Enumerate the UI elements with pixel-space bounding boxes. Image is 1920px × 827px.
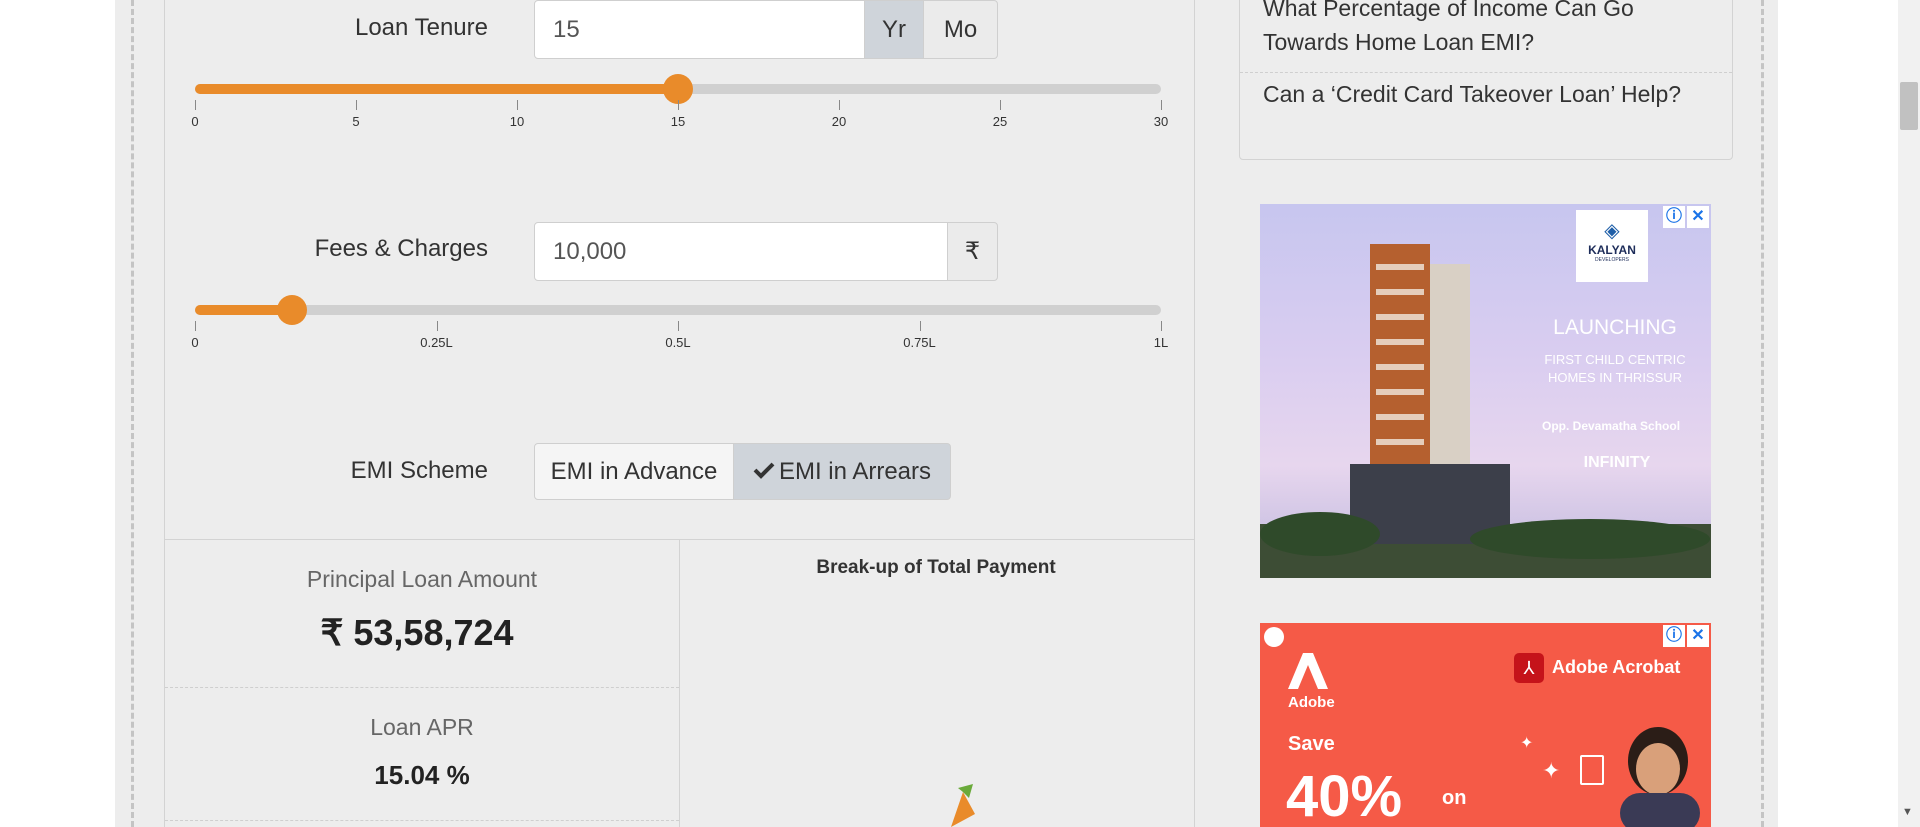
adobe-product-name: Adobe Acrobat: [1552, 657, 1681, 677]
rupee-symbol: ₹: [947, 222, 998, 281]
person-illustration: [1620, 727, 1700, 827]
ad-location: Opp. Devamatha School: [1542, 419, 1681, 433]
slider-tick-label: 5: [352, 114, 360, 129]
sparkle-icon: ✦: [1520, 735, 1534, 752]
slider-tick: [678, 100, 679, 110]
ad-info-icon[interactable]: ⓘ: [1663, 625, 1685, 647]
ad-percent-text: 40%: [1286, 764, 1403, 827]
slider-tick-label: 10: [509, 114, 525, 129]
link-divider: [1240, 72, 1732, 73]
principal-loan-amount-label: Principal Loan Amount: [306, 566, 538, 592]
slider-tick-label: 0: [191, 114, 199, 129]
slider-tick: [839, 100, 840, 110]
ad-on-text: on: [1442, 787, 1467, 809]
principal-loan-amount-value: ₹ 53,58,724: [320, 612, 514, 653]
slider-tick-label: 0.75L: [903, 335, 936, 350]
ad-line-2: HOMES IN THRISSUR: [1547, 370, 1683, 385]
link-text: What Percentage of Income Can Go: [1263, 0, 1634, 21]
kalyan-diamond-icon: ◈: [1604, 220, 1620, 242]
loan-tenure-slider[interactable]: 0 5 10 15 20 25 30: [191, 74, 1168, 129]
slider-tick: [195, 321, 196, 331]
slider-fill: [195, 84, 678, 94]
kalyan-brand-text: KALYAN: [1588, 243, 1636, 257]
pie-slice-principal: [951, 792, 975, 827]
emi-in-arrears-label: EMI in Arrears: [778, 458, 932, 485]
slider-tick-label: 0.5L: [665, 335, 691, 350]
ad-controls: ⓘ ✕: [1663, 625, 1709, 647]
fees-charges-input[interactable]: 10,000: [534, 222, 948, 281]
adobe-logo-icon: [1288, 653, 1328, 689]
adobe-acrobat-ad-banner[interactable]: Adobe ⅄ Adobe Acrobat Save 40% on ✦ ✦ ⓘ …: [1260, 623, 1711, 827]
emi-in-arrears-button[interactable]: EMI in Arrears: [733, 443, 951, 500]
slider-tick: [1161, 321, 1162, 331]
loan-tenure-input[interactable]: 15: [534, 0, 865, 59]
slider-tick-label: 1L: [1153, 335, 1169, 350]
slider-tick-label: 0.25L: [420, 335, 453, 350]
emi-calculator-panel: Loan Tenure 15 Yr Mo 0 5 10 15 20 25 30 Fees &…: [164, 0, 1195, 827]
pie-slice-interest: [958, 784, 973, 798]
break-up-chart-title: Break-up of Total Payment: [816, 557, 1056, 578]
ad-project-name: INFINITY: [1583, 454, 1651, 471]
tenure-month-button[interactable]: Mo: [923, 0, 998, 59]
slider-tick-label: 15: [670, 114, 686, 129]
results-vertical-divider: [679, 540, 680, 827]
related-link-credit-card-takeover[interactable]: Can a ‘Credit Card Takeover Loan’ Help?: [1263, 77, 1681, 111]
related-link-home-loan-emi[interactable]: What Percentage of Income Can Go Towards…: [1263, 0, 1634, 59]
ad-close-icon[interactable]: ✕: [1687, 206, 1709, 228]
ad-controls: ⓘ ✕: [1663, 206, 1709, 228]
break-up-pie-chart: [951, 784, 975, 827]
result-divider: [165, 687, 679, 688]
slider-tick: [517, 100, 518, 110]
slider-tick: [919, 321, 921, 331]
fees-charges-label: Fees & Charges: [314, 235, 488, 262]
ad-info-icon[interactable]: ⓘ: [1663, 206, 1685, 228]
right-dashed-border: [1761, 0, 1764, 827]
result-divider: [165, 820, 679, 821]
slider-tick: [356, 100, 357, 110]
fees-charges-slider[interactable]: 0 0.25L 0.5L 0.75L 1L: [191, 295, 1168, 350]
slider-tick: [1161, 100, 1162, 110]
slider-tick: [195, 100, 196, 110]
related-articles-box: What Percentage of Income Can Go Towards…: [1239, 0, 1733, 160]
slider-tick-label: 20: [831, 114, 847, 129]
kalyan-logo: ◈ KALYAN DEVELOPERS: [1576, 210, 1648, 282]
slider-tick-label: 30: [1153, 114, 1169, 129]
ad-line-1: FIRST CHILD CENTRIC: [1544, 352, 1686, 367]
emi-in-advance-button[interactable]: EMI in Advance: [534, 443, 734, 500]
loan-apr-label: Loan APR: [370, 714, 474, 740]
left-dashed-border: [131, 0, 134, 827]
acrobat-icon: ⅄: [1514, 653, 1544, 683]
ad-badge-icon: [1264, 627, 1284, 647]
ad-close-icon[interactable]: ✕: [1687, 625, 1709, 647]
check-icon: [753, 444, 775, 499]
slider-tick-label: 25: [992, 114, 1008, 129]
emi-scheme-label: EMI Scheme: [350, 457, 488, 484]
scroll-down-arrow-icon[interactable]: ▼: [1902, 806, 1913, 818]
ad-save-text: Save: [1288, 733, 1335, 755]
kalyan-brand-subtext: DEVELOPERS: [1595, 257, 1629, 263]
loan-apr-value: 15.04 %: [374, 760, 470, 790]
slider-handle[interactable]: [276, 295, 307, 325]
slider-tick: [436, 321, 438, 331]
loan-tenure-label: Loan Tenure: [354, 14, 488, 41]
link-text: Towards Home Loan EMI?: [1263, 29, 1535, 55]
adobe-brand-small: Adobe: [1288, 694, 1335, 711]
slider-tick-label: 0: [191, 335, 199, 350]
scrollbar-thumb[interactable]: [1900, 82, 1918, 130]
slider-tick: [1000, 100, 1001, 110]
ad-headline: LAUNCHING: [1553, 316, 1677, 339]
sparkle-icon: ✦: [1542, 758, 1561, 783]
tenure-year-button[interactable]: Yr: [864, 0, 924, 59]
slider-tick: [678, 321, 679, 331]
kalyan-ad-banner[interactable]: ◈ KALYAN DEVELOPERS LAUNCHING FIRST CHIL…: [1260, 204, 1711, 578]
